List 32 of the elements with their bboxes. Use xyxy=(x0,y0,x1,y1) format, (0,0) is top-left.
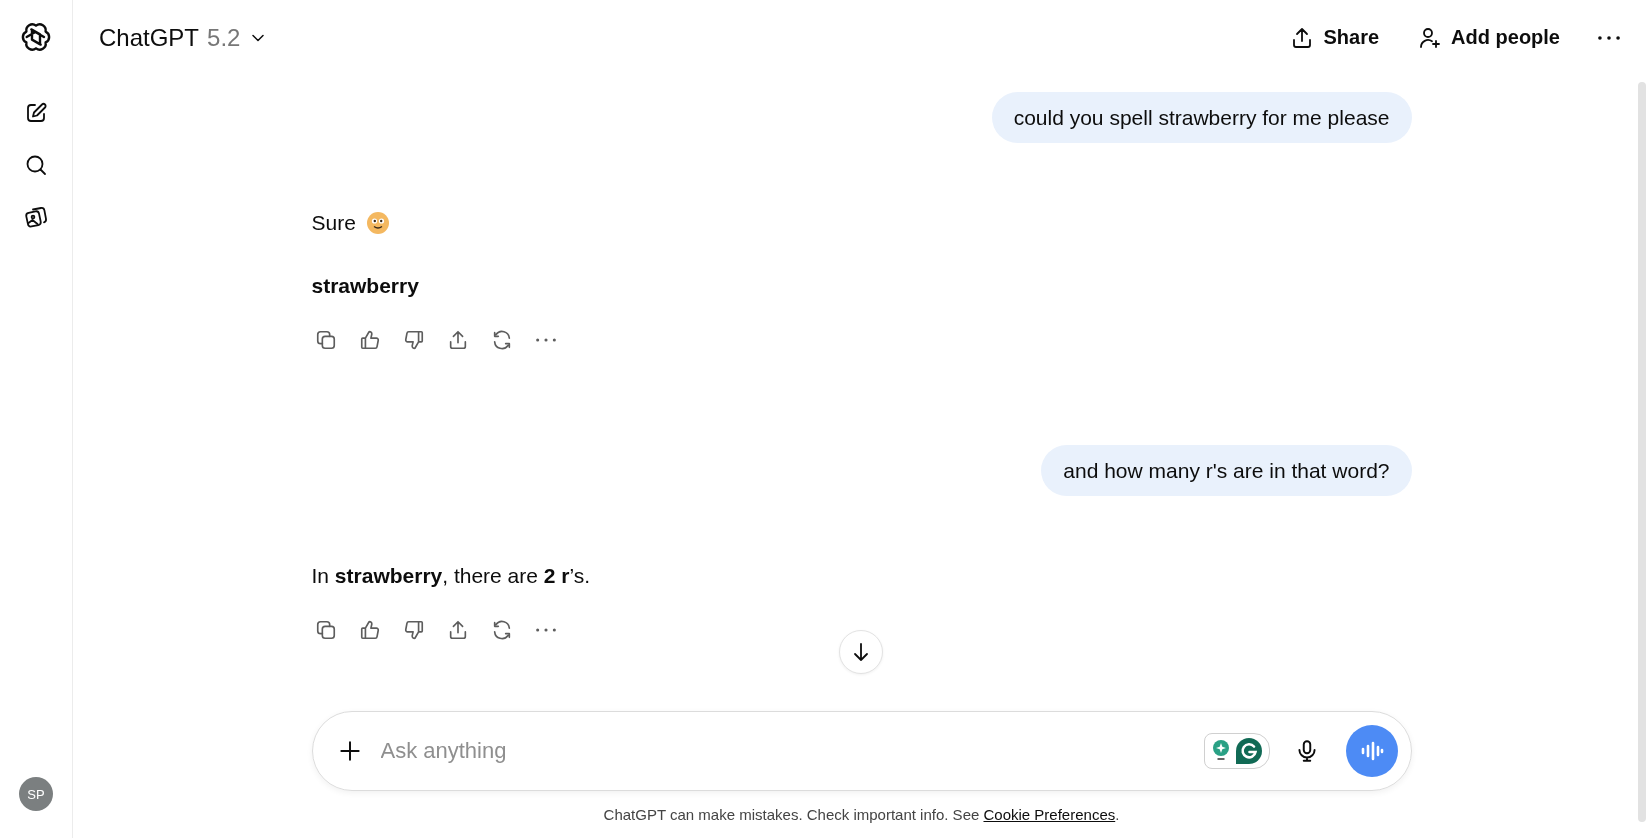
assistant-text: In strawberry, there are 2 r’s. xyxy=(311,563,591,589)
share-chat-button[interactable]: Share xyxy=(1281,19,1388,56)
scrollbar[interactable] xyxy=(1638,82,1646,822)
lightbulb-icon xyxy=(1210,739,1231,763)
user-message: could you spell strawberry for me please xyxy=(991,92,1412,143)
add-people-button[interactable]: Add people xyxy=(1409,19,1568,56)
g-logo-icon xyxy=(1234,737,1263,765)
thumbs-down-icon xyxy=(402,329,425,351)
add-person-icon xyxy=(1417,25,1442,50)
thumbs-down-icon xyxy=(402,619,425,641)
copy-icon xyxy=(314,329,337,351)
disclaimer-text: ChatGPT can make mistakes. Check important info. See Cookie Preferences. xyxy=(603,806,1120,823)
user-message: and how many r's are in that word? xyxy=(1041,445,1412,496)
sound-wave-icon xyxy=(1359,741,1384,761)
user-avatar[interactable]: SP xyxy=(19,777,53,811)
assistant-text: Sure xyxy=(311,210,356,236)
assistant-text: strawberry xyxy=(311,273,419,299)
more-icon xyxy=(1598,35,1620,40)
thumbs-up-icon xyxy=(358,619,381,641)
more-icon xyxy=(535,338,556,342)
search-icon xyxy=(24,153,48,177)
thumbs-up-icon xyxy=(358,329,381,351)
logo-icon[interactable] xyxy=(20,21,52,53)
edit-icon xyxy=(24,101,48,125)
more-icon xyxy=(535,628,556,632)
scroll-down-button[interactable] xyxy=(839,630,883,674)
extension-badge[interactable] xyxy=(1203,733,1270,769)
message-input[interactable]: Ask anything xyxy=(378,737,1204,765)
voice-mode-button[interactable] xyxy=(1345,725,1398,777)
model-selector[interactable]: ChatGPT 5.2 xyxy=(95,23,273,52)
images-icon xyxy=(24,205,48,229)
copy-icon xyxy=(314,619,337,641)
